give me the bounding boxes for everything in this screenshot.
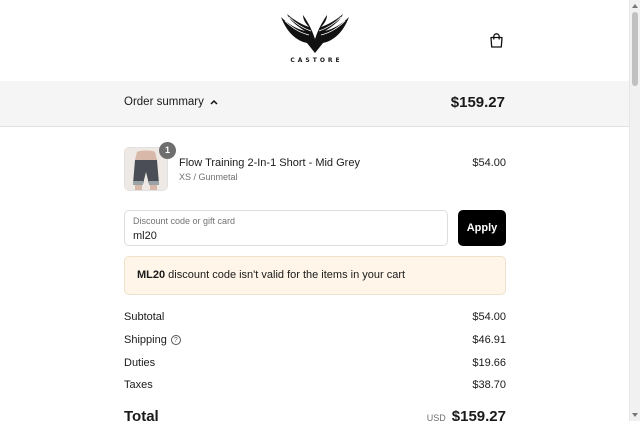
wings-logo-icon xyxy=(281,14,349,53)
order-summary-label: Order summary xyxy=(124,96,204,108)
scroll-thumb[interactable] xyxy=(632,12,638,86)
discount-error-message: discount code isn't valid for the items … xyxy=(165,269,406,281)
total-row: Total USD $159.27 xyxy=(124,408,506,421)
total-value: $159.27 xyxy=(451,408,506,421)
discount-error-alert: ML20 discount code isn't valid for the i… xyxy=(124,256,506,295)
scroll-down-arrow-icon[interactable] xyxy=(632,413,638,417)
total-label: Total xyxy=(124,408,159,421)
total-currency: USD xyxy=(426,413,446,421)
subtotal-value: $54.00 xyxy=(472,311,506,323)
product-name: Flow Training 2-In-1 Short - Mid Grey xyxy=(179,157,360,169)
product-price: $54.00 xyxy=(472,157,506,169)
duties-row: Duties $19.66 xyxy=(124,357,506,369)
discount-error-code: ML20 xyxy=(137,269,166,281)
quantity-badge: 1 xyxy=(159,142,176,159)
duties-label: Duties xyxy=(124,357,156,369)
order-summary-bar: Order summary $159.27 xyxy=(0,81,629,127)
taxes-row: Taxes $38.70 xyxy=(124,379,506,391)
question-circle-icon[interactable]: ? xyxy=(170,335,181,345)
shipping-value: $46.91 xyxy=(472,334,506,346)
scroll-up-arrow-icon[interactable] xyxy=(632,4,638,8)
castore-logo[interactable]: CASTORE xyxy=(278,13,352,69)
line-item: 1 Flow Training 2-In-1 Short - Mid Grey … xyxy=(124,142,506,193)
discount-code-label: Discount code or gift card xyxy=(133,216,236,226)
product-variant: XS / Gunmetal xyxy=(179,172,238,182)
taxes-value: $38.70 xyxy=(472,379,506,391)
page-scrollbar[interactable] xyxy=(629,0,640,421)
subtotal-row: Subtotal $54.00 xyxy=(124,311,506,323)
discount-code-input[interactable] xyxy=(133,230,439,242)
header: CASTORE xyxy=(0,0,629,81)
brand-name: CASTORE xyxy=(290,57,343,64)
shipping-row: Shipping ? $46.91 xyxy=(124,334,506,346)
chevron-up-icon xyxy=(210,99,218,105)
order-summary-toggle[interactable]: Order summary xyxy=(124,96,218,108)
subtotal-label: Subtotal xyxy=(124,311,165,323)
shipping-label: Shipping xyxy=(124,334,167,346)
order-summary-total: $159.27 xyxy=(450,94,505,111)
shopping-bag-icon[interactable] xyxy=(488,32,505,49)
duties-value: $19.66 xyxy=(472,357,506,369)
discount-code-field[interactable]: Discount code or gift card xyxy=(124,210,448,246)
product-thumbnail: 1 xyxy=(124,142,176,191)
apply-button[interactable]: Apply xyxy=(458,210,506,246)
taxes-label: Taxes xyxy=(124,379,153,391)
